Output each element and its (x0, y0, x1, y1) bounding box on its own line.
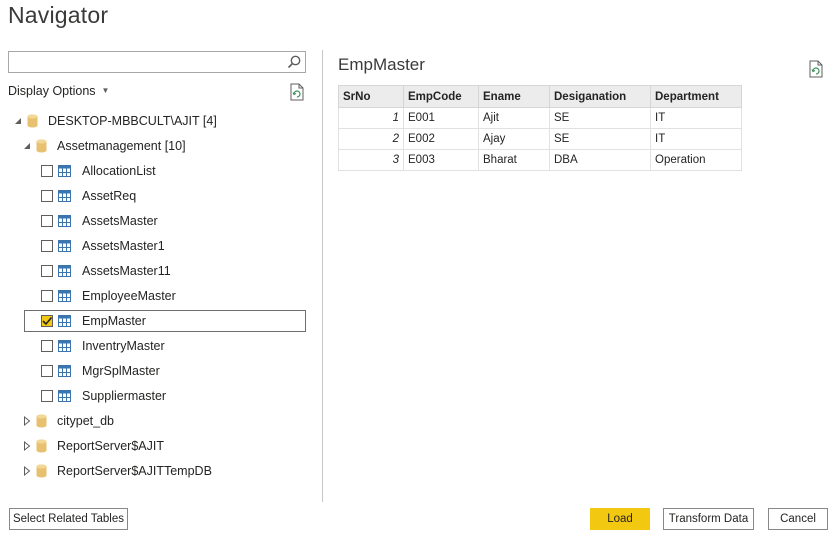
table-cell: E002 (403, 128, 479, 150)
search-input[interactable] (13, 53, 287, 73)
table-cell: 2 (338, 128, 404, 150)
select-related-tables-button[interactable]: Select Related Tables (9, 508, 128, 530)
window-title: Navigator (8, 2, 109, 28)
tree-item-label: EmpMaster (82, 314, 146, 328)
table-icon (58, 265, 71, 277)
tree-item-label: AssetsMaster (82, 214, 158, 228)
column-header[interactable]: EmpCode (403, 85, 479, 108)
table-checkbox[interactable] (41, 340, 53, 352)
table-icon (58, 340, 71, 352)
table-cell: SE (549, 128, 651, 150)
caret-down-icon: ▼ (101, 86, 110, 95)
transform-data-button[interactable]: Transform Data (663, 508, 754, 530)
table-checkbox[interactable] (41, 265, 53, 277)
table-icon (58, 315, 71, 327)
table-cell: E001 (403, 107, 479, 129)
tree-node-label: DESKTOP-MBBCULT\AJIT [4] (48, 114, 217, 128)
table-cell: E003 (403, 149, 479, 171)
load-button[interactable]: Load (590, 508, 650, 530)
database-icon (27, 114, 38, 128)
collapsed-arrow-icon[interactable] (22, 435, 32, 457)
refresh-preview-icon[interactable] (808, 60, 824, 78)
preview-table: SrNo EmpCode Ename Desiganation Departme… (338, 85, 742, 171)
table-cell: IT (650, 128, 742, 150)
tree-item-label: AssetsMaster1 (82, 239, 165, 253)
check-icon (42, 316, 53, 326)
table-row: 1 E001 Ajit SE IT (338, 107, 742, 129)
column-header[interactable]: Ename (478, 85, 550, 108)
column-header[interactable]: SrNo (338, 85, 404, 108)
tree-item-label: MgrSplMaster (82, 364, 160, 378)
database-icon (36, 439, 47, 453)
tree-item-label: AssetsMaster11 (82, 264, 171, 278)
table-cell: Bharat (478, 149, 550, 171)
column-header[interactable]: Department (650, 85, 742, 108)
tree-item-label: InventryMaster (82, 339, 165, 353)
table-cell: 1 (338, 107, 404, 129)
collapsed-arrow-icon[interactable] (22, 460, 32, 482)
table-checkbox[interactable] (41, 240, 53, 252)
table-icon (58, 365, 71, 377)
preview-title: EmpMaster (338, 55, 425, 74)
refresh-icon[interactable] (289, 83, 305, 101)
search-icon[interactable] (286, 54, 302, 70)
table-cell: DBA (549, 149, 651, 171)
table-checkbox[interactable] (41, 390, 53, 402)
tree-node-label: citypet_db (57, 414, 114, 428)
search-box[interactable] (8, 51, 306, 73)
tree-node-label: ReportServer$AJITTempDB (57, 464, 212, 478)
table-cell: 3 (338, 149, 404, 171)
collapsed-arrow-icon[interactable] (22, 410, 32, 432)
table-cell: Ajit (478, 107, 550, 129)
expanded-arrow-icon[interactable] (22, 135, 32, 157)
table-checkbox[interactable] (41, 315, 53, 327)
table-checkbox[interactable] (41, 190, 53, 202)
table-checkbox[interactable] (41, 165, 53, 177)
table-cell: Operation (650, 149, 742, 171)
table-cell: IT (650, 107, 742, 129)
table-icon (58, 165, 71, 177)
table-row: 3 E003 Bharat DBA Operation (338, 149, 742, 171)
tree-node-label: Assetmanagement [10] (57, 139, 186, 153)
table-checkbox[interactable] (41, 215, 53, 227)
table-icon (58, 240, 71, 252)
table-checkbox[interactable] (41, 290, 53, 302)
database-icon (36, 139, 47, 153)
table-checkbox[interactable] (41, 365, 53, 377)
database-icon (36, 464, 47, 478)
tree-item-label: AllocationList (82, 164, 156, 178)
display-options-label: Display Options (8, 84, 96, 98)
cancel-button[interactable]: Cancel (768, 508, 828, 530)
tree-item-label: AssetReq (82, 189, 137, 203)
table-icon (58, 215, 71, 227)
table-cell: SE (549, 107, 651, 129)
table-icon (58, 290, 71, 302)
column-header[interactable]: Desiganation (549, 85, 651, 108)
tree-item-label: Suppliermaster (82, 389, 167, 403)
tree-item-label: EmployeeMaster (82, 289, 176, 303)
display-options-dropdown[interactable]: Display Options ▼ (8, 84, 109, 98)
table-row: 2 E002 Ajay SE IT (338, 128, 742, 150)
expanded-arrow-icon[interactable] (13, 110, 23, 132)
tree-node-label: ReportServer$AJIT (57, 439, 164, 453)
table-cell: Ajay (478, 128, 550, 150)
database-icon (36, 414, 47, 428)
table-header-row: SrNo EmpCode Ename Desiganation Departme… (338, 85, 742, 108)
pane-divider[interactable] (322, 50, 323, 502)
table-icon (58, 190, 71, 202)
table-icon (58, 390, 71, 402)
